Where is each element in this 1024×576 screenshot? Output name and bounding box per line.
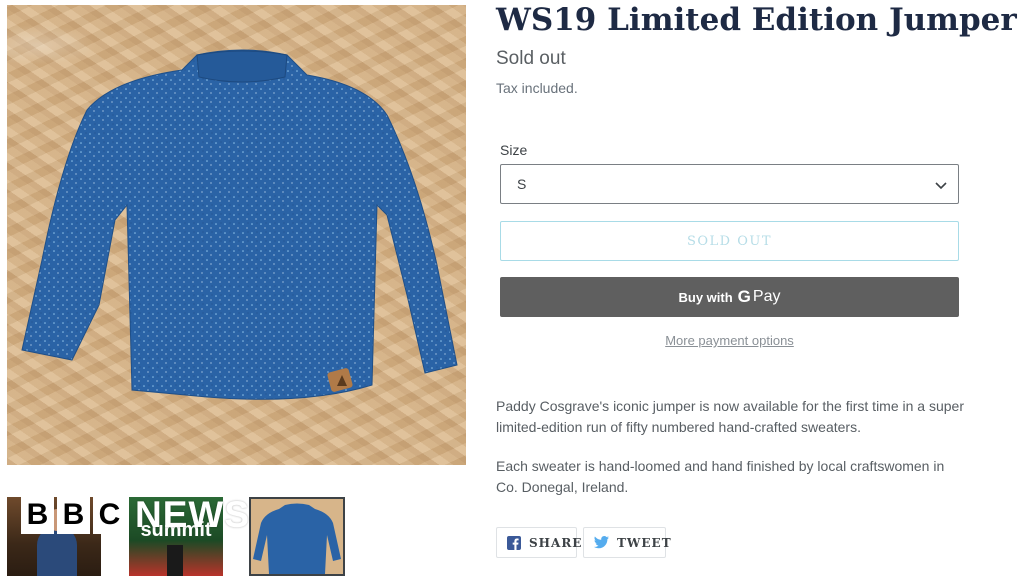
twitter-tweet-button[interactable]: TWEET (583, 527, 671, 558)
sweater-thumbnail-illustration (253, 503, 341, 574)
description-paragraph-1: Paddy Cosgrave's iconic jumper is now av… (496, 398, 964, 435)
share-label: SHARE (529, 535, 583, 550)
product-main-image[interactable] (7, 5, 466, 465)
bbc-letter-c: C (93, 496, 126, 534)
bbc-letter-b2: B (57, 496, 90, 534)
bbc-news-word: NEWS (135, 494, 250, 535)
more-payment-options-link[interactable]: More payment options (500, 333, 959, 348)
buy-with-gpay-button[interactable]: Buy with G Pay (500, 277, 959, 317)
chevron-down-icon (935, 182, 947, 190)
stage-figure (167, 545, 183, 576)
thumbnail-jumper[interactable] (249, 497, 345, 576)
sweater-illustration (21, 49, 458, 400)
size-label: Size (500, 142, 528, 158)
tweet-label: TWEET (617, 535, 672, 550)
facebook-share-button[interactable]: SHARE (496, 527, 581, 558)
tax-note: Tax included. (496, 80, 578, 96)
gpay-word: Pay (752, 288, 781, 305)
size-select[interactable]: S (500, 164, 959, 204)
bbc-letter-b1: B (21, 496, 54, 534)
google-g-icon: G (737, 287, 751, 306)
gpay-logo: G Pay (738, 287, 781, 307)
facebook-icon (507, 535, 521, 550)
description-paragraph-2: Each sweater is hand-loomed and hand fin… (496, 458, 945, 495)
sold-out-button[interactable]: SOLD OUT (500, 221, 959, 261)
gpay-prefix: Buy with (678, 289, 733, 305)
bbc-news-logo: B B C NEWS (21, 494, 250, 536)
product-title: WS19 Limited Edition Jumper (496, 2, 1017, 38)
twitter-icon (594, 536, 609, 549)
sold-out-status: Sold out (496, 48, 566, 69)
size-select-value: S (517, 176, 527, 192)
